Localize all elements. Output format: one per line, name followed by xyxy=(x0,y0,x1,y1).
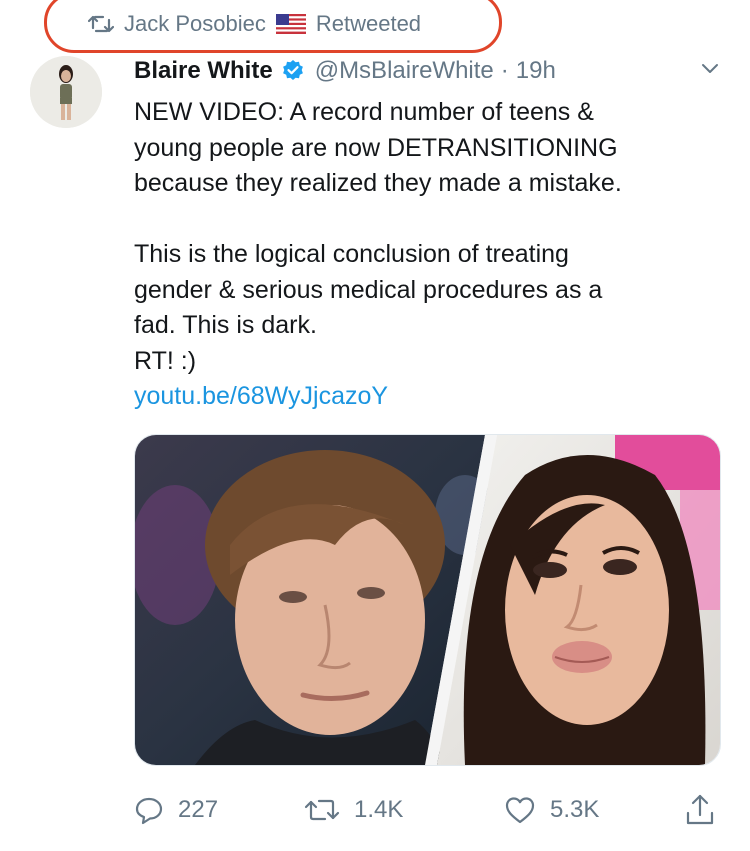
like-count: 5.3K xyxy=(550,796,600,823)
tweet-line: This is the logical conclusion of treati… xyxy=(134,240,569,268)
retweet-context[interactable]: Jack Posobiec Retweeted xyxy=(88,8,421,40)
heart-icon xyxy=(504,795,536,825)
youtube-link[interactable]: youtu.be/68WyJjcazoY xyxy=(134,382,388,410)
tweet-line: young people are now DETRANSITIONING xyxy=(134,133,618,162)
author-name[interactable]: Blaire White xyxy=(134,57,273,85)
share-button[interactable] xyxy=(684,790,716,830)
reply-icon xyxy=(134,795,164,825)
retweet-count: 1.4K xyxy=(354,796,404,823)
reply-count: 227 xyxy=(178,796,219,823)
tweet-actions: 227 1.4K 5.3K xyxy=(134,790,724,830)
verified-badge-icon xyxy=(281,59,305,83)
retweeter-name[interactable]: Jack Posobiec xyxy=(124,11,266,37)
tweet-line: RT! :) xyxy=(134,346,197,375)
tweet-timestamp[interactable]: 19h xyxy=(516,57,556,85)
tweet-view: Jack Posobiec Retweeted Blaire White @Ms… xyxy=(0,0,750,851)
video-thumbnail[interactable] xyxy=(134,434,721,766)
retweet-icon xyxy=(304,795,340,825)
author-handle[interactable]: @MsBlaireWhite xyxy=(315,57,494,85)
tweet-text: NEW VIDEO: A record number of teens & yo… xyxy=(134,95,724,415)
tweet-line: NEW VIDEO: A record number of teens & xyxy=(134,98,594,126)
tweet-line: fad. This is dark. xyxy=(134,311,317,339)
tweet-line: because they realized they made a mistak… xyxy=(134,169,622,197)
retweet-button[interactable]: 1.4K xyxy=(304,790,403,830)
retweet-icon xyxy=(88,13,114,35)
us-flag-icon xyxy=(275,14,306,34)
tweet-header: Blaire White @MsBlaireWhite · 19h xyxy=(134,52,726,90)
separator-dot: · xyxy=(500,57,509,84)
chevron-down-icon[interactable] xyxy=(698,56,722,87)
retweeted-label: Retweeted xyxy=(315,11,422,36)
like-button[interactable]: 5.3K xyxy=(504,790,599,830)
avatar[interactable] xyxy=(30,56,102,128)
reply-button[interactable]: 227 xyxy=(134,790,218,830)
share-icon xyxy=(684,793,716,827)
tweet-line: gender & serious medical procedures as a xyxy=(134,275,603,304)
